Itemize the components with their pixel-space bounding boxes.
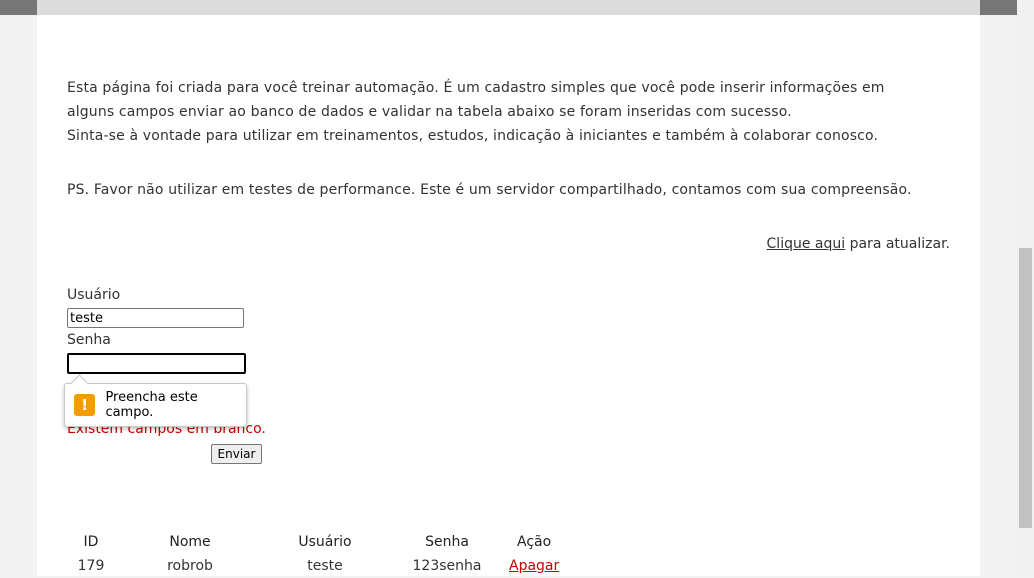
- cell-acao: Apagar: [509, 554, 559, 578]
- vertical-scrollbar[interactable]: [1017, 0, 1034, 576]
- page-content: Esta página foi criada para você treinar…: [37, 0, 980, 576]
- password-label: Senha: [67, 332, 111, 348]
- cell-id: 179: [77, 558, 105, 574]
- submit-button[interactable]: Enviar: [211, 444, 262, 464]
- table-header-row: ID Nome Usuário Senha Ação: [67, 530, 559, 554]
- password-input[interactable]: [67, 353, 246, 374]
- tooltip-text: Preencha este campo.: [105, 390, 198, 420]
- validation-tooltip: ! Preencha este campo.: [64, 374, 247, 427]
- scrollbar-thumb[interactable]: [1019, 248, 1032, 528]
- col-header-nome: Nome: [169, 534, 211, 550]
- cell-usuario: teste: [307, 558, 343, 574]
- intro-line-2: Sinta-se à vontade para utilizar em trei…: [67, 128, 879, 144]
- cell-nome: robrob: [167, 558, 213, 574]
- col-header-senha: Senha: [425, 534, 469, 550]
- col-header-usuario: Usuário: [298, 534, 352, 550]
- background-right-corner: [980, 0, 1017, 15]
- cell-senha: 123senha: [412, 558, 482, 574]
- col-header-acao: Ação: [517, 534, 552, 550]
- tooltip-arrow: [70, 374, 89, 393]
- intro-text: Esta página foi criada para você treinar…: [67, 76, 927, 148]
- delete-link[interactable]: Apagar: [509, 558, 559, 574]
- header-bar: [37, 0, 980, 15]
- user-input[interactable]: [67, 308, 244, 328]
- refresh-text: para atualizar.: [845, 236, 950, 252]
- warning-icon: !: [74, 394, 96, 416]
- refresh-line: Clique aqui para atualizar.: [767, 232, 950, 256]
- background-left-corner: [0, 0, 37, 15]
- users-table: ID Nome Usuário Senha Ação 179 robrob te…: [67, 530, 560, 578]
- table-row: 179 robrob teste 123senha Apagar: [67, 554, 560, 578]
- col-header-id: ID: [83, 534, 99, 550]
- intro-line-1: Esta página foi criada para você treinar…: [67, 80, 885, 120]
- ps-note: PS. Favor não utilizar em testes de perf…: [67, 182, 912, 198]
- user-label: Usuário: [67, 287, 121, 303]
- refresh-link[interactable]: Clique aqui: [767, 236, 846, 252]
